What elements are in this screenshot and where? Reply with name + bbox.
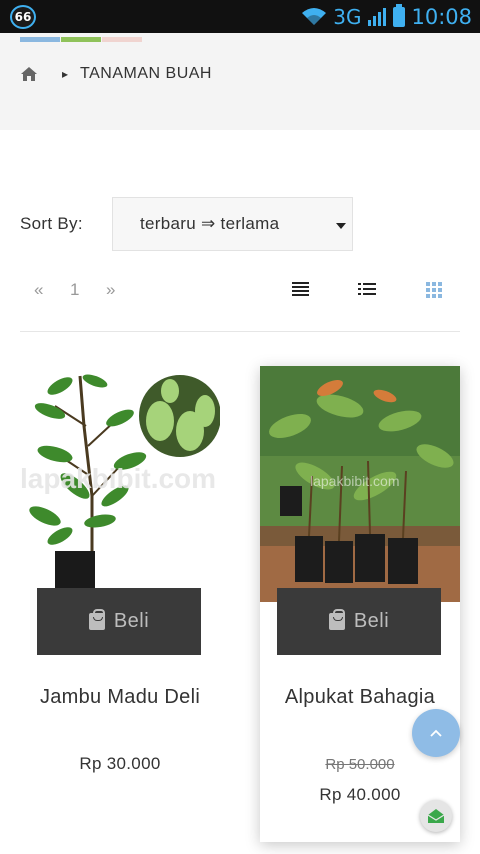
pager-row: « 1 » — [20, 270, 460, 310]
buy-label: Beli — [353, 610, 390, 632]
divider — [20, 331, 460, 332]
pager-page[interactable]: 1 — [70, 280, 79, 300]
buy-label: Beli — [113, 610, 150, 632]
detailed-list-icon[interactable] — [358, 282, 376, 297]
breadcrumb-current[interactable]: TANAMAN BUAH — [80, 65, 212, 83]
caret-down-icon — [336, 223, 346, 229]
wifi-icon — [302, 8, 327, 25]
chevron-right-icon: ▸ — [62, 67, 69, 81]
network-type: 3G — [333, 5, 362, 29]
accent-stripe-green — [61, 37, 101, 42]
product-card-alpukat[interactable]: lapakbibit.com Beli Alpukat Bahagia Rp 5… — [260, 366, 460, 842]
buy-button[interactable]: Beli — [37, 588, 201, 655]
accent-stripe-pink — [102, 37, 142, 42]
envelope-icon — [428, 809, 444, 823]
shopping-bag-icon — [88, 609, 105, 630]
pager-prev[interactable]: « — [34, 280, 43, 300]
product-image-jambu-plant: lapakbibit.com — [20, 366, 220, 602]
status-icons: 3G 10:08 — [301, 3, 472, 31]
signal-icon — [368, 8, 387, 26]
product-card-jambu[interactable]: lapakbibit.com Beli Jambu Madu Deli Rp 3… — [20, 366, 220, 842]
chevron-up-icon — [430, 729, 442, 737]
product-image[interactable]: lapakbibit.com — [20, 366, 220, 602]
product-image[interactable]: lapakbibit.com — [260, 366, 460, 602]
notification-badge: 66 — [10, 5, 36, 29]
product-price: Rp 30.000 — [79, 754, 161, 773]
sort-selected-value: terbaru ⇒ terlama — [140, 214, 280, 233]
product-image-alpukat-seedlings: lapakbibit.com — [260, 366, 460, 602]
accent-stripe-blue — [20, 37, 60, 42]
battery-icon — [393, 4, 406, 27]
product-name[interactable]: Jambu Madu Deli — [20, 686, 220, 709]
shopping-bag-icon — [328, 609, 345, 630]
pager-next[interactable]: » — [106, 280, 115, 300]
accent-stripe — [20, 37, 143, 42]
buy-button[interactable]: Beli — [277, 588, 441, 655]
home-icon[interactable] — [20, 66, 38, 82]
sort-select[interactable]: terbaru ⇒ terlama — [112, 197, 353, 251]
product-old-price: Rp 50.000 — [325, 756, 395, 773]
list-view-icon[interactable] — [292, 282, 309, 297]
product-name[interactable]: Alpukat Bahagia — [260, 686, 460, 709]
notification-button[interactable] — [420, 800, 452, 832]
breadcrumb-bar: ▸ TANAMAN BUAH — [0, 33, 480, 130]
status-bar: 66 3G 10:08 — [0, 0, 480, 33]
sort-row: Sort By: terbaru ⇒ terlama — [20, 197, 460, 251]
grid-view-icon[interactable] — [426, 282, 442, 298]
watermark: lapakbibit.com — [20, 463, 216, 494]
breadcrumb: ▸ TANAMAN BUAH — [20, 65, 212, 83]
sort-label: Sort By: — [20, 214, 83, 233]
scroll-to-top-button[interactable] — [412, 709, 460, 757]
watermark: lapakbibit.com — [310, 473, 400, 489]
clock: 10:08 — [411, 5, 472, 29]
